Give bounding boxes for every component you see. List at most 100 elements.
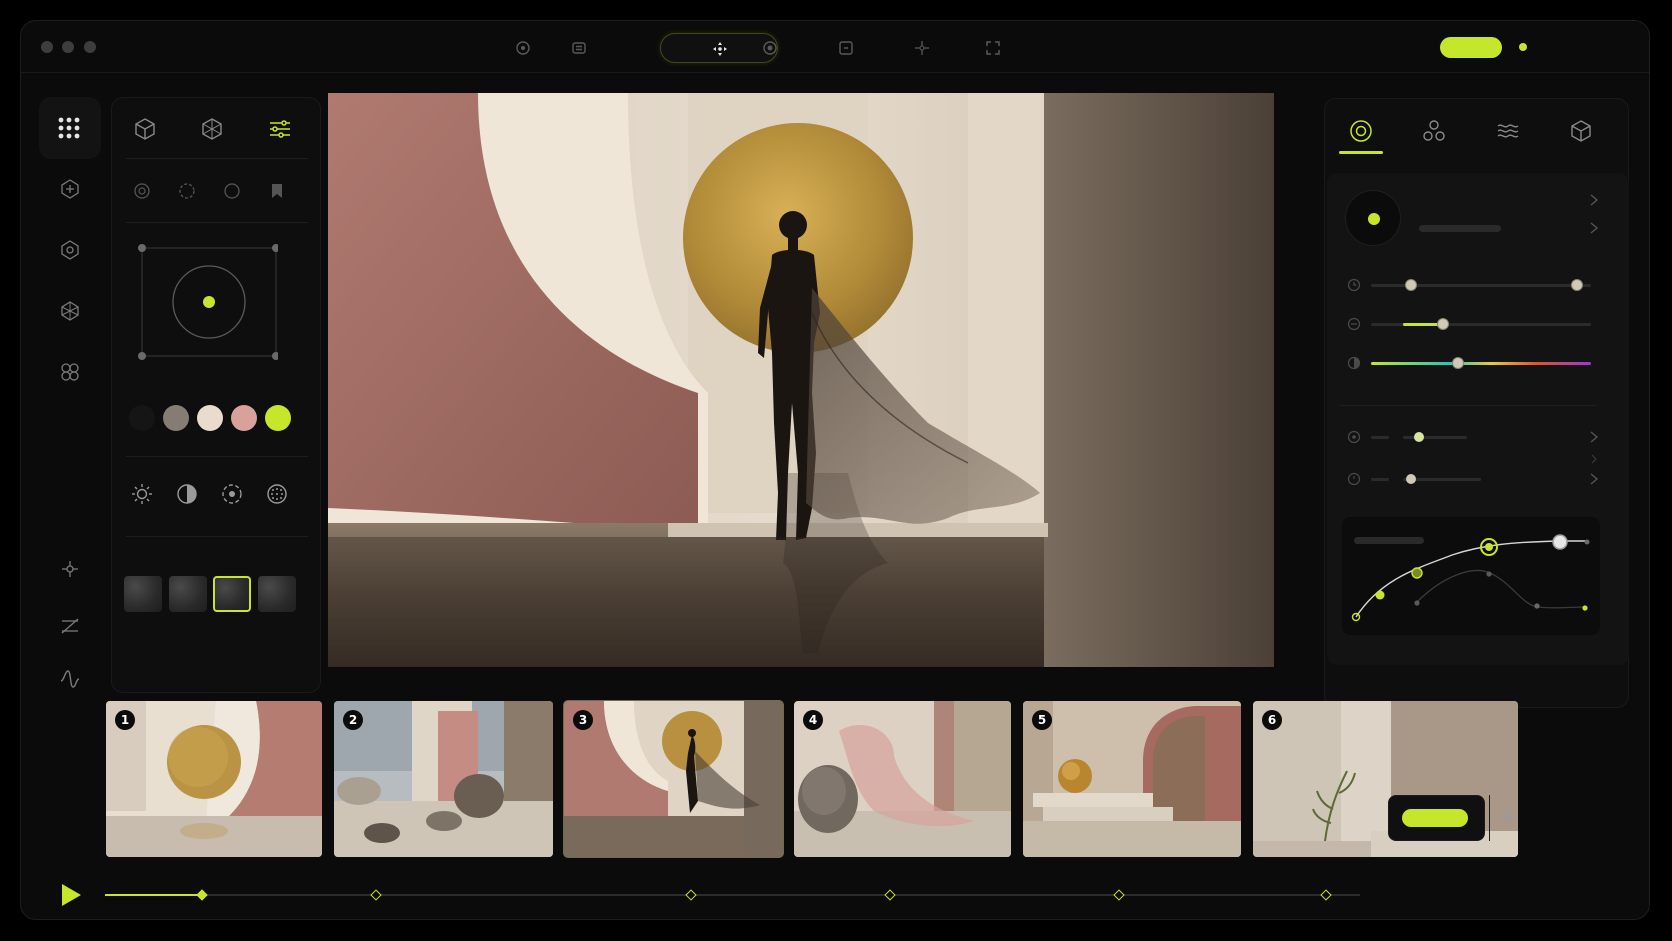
- color-swatch-black[interactable]: [129, 405, 155, 431]
- slider-clock-end-knob[interactable]: [1571, 279, 1583, 291]
- keyframe-marker[interactable]: [884, 889, 896, 901]
- mesh-icon[interactable]: [199, 116, 225, 142]
- transform-gizmo[interactable]: [136, 242, 278, 360]
- move-3d-icon[interactable]: [58, 177, 82, 201]
- curve-editor[interactable]: [1342, 517, 1600, 635]
- scene-number-badge: 3: [573, 710, 593, 730]
- render-button[interactable]: [1402, 809, 1468, 827]
- scene-number-badge: 2: [343, 710, 363, 730]
- maximize-window-button[interactable]: [84, 41, 96, 53]
- texture-option-1[interactable]: [124, 576, 162, 612]
- slider-clock[interactable]: [1371, 284, 1591, 287]
- easing-curve: [1351, 534, 1590, 622]
- close-window-button[interactable]: [41, 41, 53, 53]
- scene-thumbnail-4[interactable]: 4: [794, 701, 1011, 857]
- timer-icon: [1347, 472, 1361, 486]
- scene-render-image: [328, 93, 1274, 667]
- color-swatch-lime[interactable]: [265, 405, 291, 431]
- material-card: [1327, 173, 1629, 665]
- noise-icon[interactable]: [265, 482, 289, 506]
- color-swatch-taupe[interactable]: [163, 405, 189, 431]
- properties-panel-left: [111, 97, 321, 693]
- hue-icon: [1347, 356, 1361, 370]
- bookmark-icon[interactable]: [268, 182, 286, 200]
- scene-thumbnail-3[interactable]: 3: [563, 700, 784, 858]
- app-window: 1 2 3 4 5 6 +: [20, 20, 1650, 920]
- chevron-right-icon[interactable]: [1589, 193, 1599, 207]
- nodes-icon[interactable]: [1421, 118, 1447, 144]
- color-swatch-cream[interactable]: [197, 405, 223, 431]
- mini-slider-dial[interactable]: [1403, 436, 1467, 439]
- rotate-3d-icon[interactable]: [58, 238, 82, 262]
- slider-hue-knob[interactable]: [1452, 357, 1464, 369]
- move-icon: [713, 42, 727, 56]
- scene-thumbnail-2[interactable]: 2: [334, 701, 553, 857]
- scene-number-badge: 1: [115, 710, 135, 730]
- apps-grid-button[interactable]: [39, 97, 101, 159]
- scene-thumbnail-5[interactable]: 5: [1023, 701, 1241, 857]
- timeline: [21, 881, 1649, 919]
- dial-icon: [1347, 430, 1361, 444]
- fullscreen-icon[interactable]: [983, 38, 1003, 58]
- dashed-circle-icon[interactable]: [178, 182, 196, 200]
- keyframe-marker[interactable]: [196, 889, 208, 901]
- timeline-progress: [105, 894, 203, 896]
- scene-number-badge: 6: [1262, 710, 1282, 730]
- left-tool-rail: [39, 97, 101, 651]
- material-preview[interactable]: [1345, 190, 1401, 246]
- scale-3d-icon[interactable]: [58, 299, 82, 323]
- slider-blur-knob[interactable]: [1437, 318, 1449, 330]
- chevron-right-icon[interactable]: [1589, 221, 1599, 235]
- frame-icon[interactable]: [836, 38, 856, 58]
- texture-option-4[interactable]: [258, 576, 296, 612]
- focus-icon[interactable]: [220, 482, 244, 506]
- scene-number-badge: 5: [1032, 710, 1052, 730]
- keyframe-marker[interactable]: [370, 889, 382, 901]
- chevron-right-small-icon[interactable]: [1590, 453, 1598, 465]
- mini-slider-timer-knob[interactable]: [1406, 474, 1416, 484]
- crosshair-icon[interactable]: [912, 38, 932, 58]
- active-tab-indicator: [1339, 151, 1383, 154]
- timeline-track[interactable]: [105, 894, 1360, 896]
- link-icon[interactable]: [58, 360, 82, 384]
- slope-icon[interactable]: [58, 614, 82, 638]
- blur-icon: [1347, 317, 1361, 331]
- chevron-right-icon[interactable]: [1589, 472, 1599, 486]
- mini-slider-dial-knob[interactable]: [1414, 432, 1424, 442]
- list-icon[interactable]: [569, 38, 589, 58]
- scene-viewport[interactable]: [328, 93, 1274, 667]
- status-indicator: [1519, 43, 1527, 51]
- texture-option-2[interactable]: [169, 576, 207, 612]
- export-button[interactable]: [1440, 37, 1502, 58]
- keyframe-marker[interactable]: [685, 889, 697, 901]
- texture-option-3[interactable]: [213, 576, 251, 612]
- minimize-window-button[interactable]: [62, 41, 74, 53]
- aperture-icon[interactable]: [133, 182, 151, 200]
- material-name-bar: [1419, 225, 1501, 232]
- chevron-right-icon[interactable]: [1589, 430, 1599, 444]
- clock-icon: [1347, 278, 1361, 292]
- keyframe-marker[interactable]: [1113, 889, 1125, 901]
- scene-thumbnail-1[interactable]: 1: [106, 701, 322, 857]
- contrast-icon[interactable]: [175, 482, 199, 506]
- slider-clock-knob[interactable]: [1405, 279, 1417, 291]
- waves-icon[interactable]: [1495, 118, 1521, 144]
- pivot-icon[interactable]: [58, 557, 82, 581]
- target-icon[interactable]: [513, 38, 533, 58]
- box-icon[interactable]: [1568, 118, 1594, 144]
- sun-icon[interactable]: [130, 482, 154, 506]
- add-scene-button[interactable]: +: [1489, 795, 1525, 841]
- cube-icon[interactable]: [132, 116, 158, 142]
- target-icon[interactable]: [1348, 118, 1374, 144]
- keyframe-marker[interactable]: [1320, 889, 1332, 901]
- play-icon: [62, 884, 81, 906]
- color-swatch-rose[interactable]: [231, 405, 257, 431]
- circle-icon[interactable]: [223, 182, 241, 200]
- slider-hue[interactable]: [1371, 362, 1591, 365]
- play-button[interactable]: [57, 881, 85, 909]
- record-icon[interactable]: [760, 38, 780, 58]
- grid-icon: [58, 117, 80, 139]
- sliders-icon[interactable]: [267, 116, 293, 142]
- waveform-icon[interactable]: [58, 667, 82, 691]
- scene-number-badge: 4: [803, 710, 823, 730]
